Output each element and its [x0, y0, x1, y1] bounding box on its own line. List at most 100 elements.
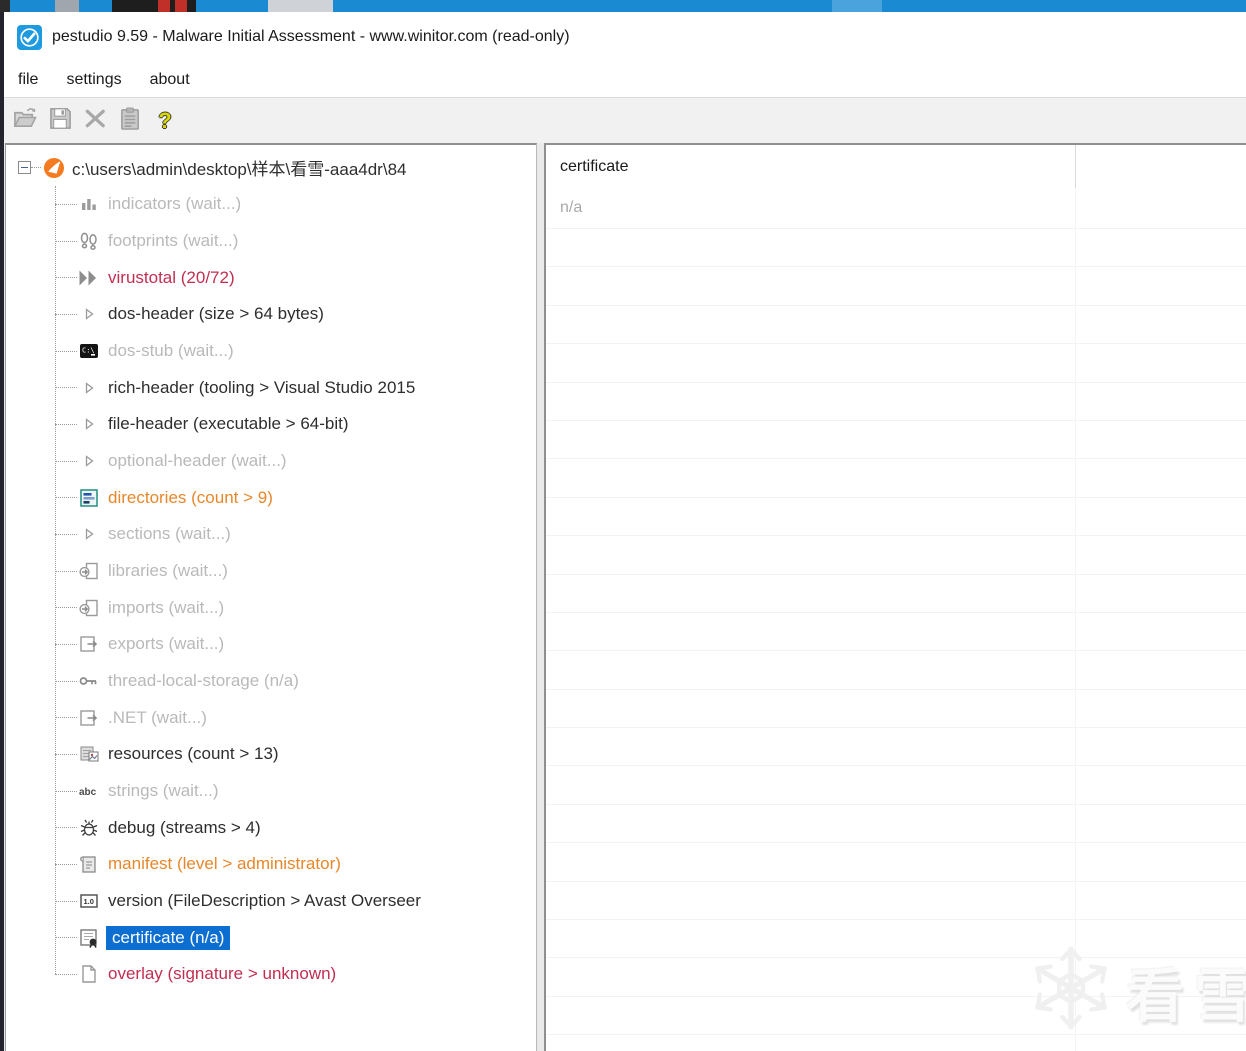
footprints-icon	[78, 230, 100, 252]
export-icon	[78, 633, 100, 655]
navigation-tree-panel[interactable]: c:\users\admin\desktop\样本\看雪-aaa4dr\84 i…	[5, 143, 537, 1051]
tree-item-indicators[interactable]: indicators (wait...)	[6, 186, 536, 223]
tree-guide-line	[55, 387, 77, 389]
tree-root-file[interactable]: c:\users\admin\desktop\样本\看雪-aaa4dr\84	[6, 149, 536, 186]
table-row	[546, 690, 1246, 729]
tree-guide-line	[55, 350, 77, 352]
tree-item-label: manifest (level > administrator)	[108, 854, 341, 874]
tree-item-label: virustotal (20/72)	[108, 267, 235, 287]
tree-item-strings[interactable]: abc strings (wait...)	[6, 773, 536, 810]
tree-item-thread-local-storage[interactable]: thread-local-storage (n/a)	[6, 663, 536, 700]
column-header-certificate[interactable]: certificate	[560, 158, 628, 176]
tree-guide-line	[55, 607, 77, 609]
tree-guide-line	[55, 570, 77, 572]
tree-item-label: directories (count > 9)	[108, 487, 273, 507]
svg-text:abc: abc	[79, 787, 97, 798]
tree-item-rich-header[interactable]: rich-header (tooling > Visual Studio 201…	[6, 369, 536, 406]
tree-guide-line	[55, 863, 77, 865]
tree-guide-line	[55, 680, 77, 682]
tree-item-file-header[interactable]: file-header (executable > 64-bit)	[6, 406, 536, 443]
open-file-button[interactable]	[10, 106, 40, 136]
table-row	[546, 459, 1246, 498]
tree-item-debug[interactable]: debug (streams > 4)	[6, 809, 536, 846]
expand-arrow-icon	[78, 377, 100, 399]
close-file-button[interactable]	[80, 106, 110, 136]
tree-root-path: c:\users\admin\desktop\样本\看雪-aaa4dr\84	[72, 160, 407, 179]
tree-item-dos-header[interactable]: dos-header (size > 64 bytes)	[6, 296, 536, 333]
tree-item-label: strings (wait...)	[108, 781, 219, 801]
tree-guide-line	[55, 790, 77, 792]
tree-item-label: libraries (wait...)	[108, 561, 228, 581]
virustotal-icon	[78, 267, 100, 289]
tree-item-dos-stub[interactable]: C:\ dos-stub (wait...)	[6, 333, 536, 370]
table-row	[546, 536, 1246, 575]
tree-item-footprints[interactable]: footprints (wait...)	[6, 223, 536, 260]
menu-settings[interactable]: settings	[66, 71, 121, 89]
tree: c:\users\admin\desktop\样本\看雪-aaa4dr\84 i…	[6, 145, 536, 993]
tree-item-.net[interactable]: .NET (wait...)	[6, 699, 536, 736]
tree-guide-line	[55, 643, 77, 645]
tree-item-virustotal[interactable]: virustotal (20/72)	[6, 259, 536, 296]
collapse-toggle-icon[interactable]	[18, 161, 31, 174]
tree-guide-line	[55, 203, 77, 205]
tree-item-label: rich-header (tooling > Visual Studio 201…	[108, 377, 416, 397]
table-row	[546, 766, 1246, 805]
tree-item-label: file-header (executable > 64-bit)	[108, 414, 349, 434]
table-row	[546, 843, 1246, 882]
table-row	[546, 421, 1246, 460]
background-window-strip	[0, 0, 1246, 12]
certificate-icon	[78, 927, 100, 949]
help-button[interactable]: ?	[150, 106, 180, 136]
tree-guide-line	[55, 533, 77, 535]
tree-item-imports[interactable]: imports (wait...)	[6, 589, 536, 626]
tree-item-label: .NET (wait...)	[108, 707, 207, 727]
table-row	[546, 651, 1246, 690]
window-title: pestudio 9.59 - Malware Initial Assessme…	[52, 28, 570, 45]
tree-item-label: optional-header (wait...)	[108, 451, 287, 471]
tree-item-label: indicators (wait...)	[108, 194, 242, 214]
tree-item-resources[interactable]: resources (count > 13)	[6, 736, 536, 773]
column-divider[interactable]	[1075, 145, 1076, 188]
tree-item-sections[interactable]: sections (wait...)	[6, 516, 536, 553]
tree-item-label: dos-stub (wait...)	[108, 341, 234, 361]
tree-item-directories[interactable]: directories (count > 9)	[6, 479, 536, 516]
tree-guide-line	[55, 717, 77, 719]
tree-guide-line	[55, 497, 77, 499]
column-header-row: certificate	[546, 145, 1246, 188]
tree-item-label: sections (wait...)	[108, 524, 231, 544]
detail-rows: n/a	[546, 188, 1246, 1051]
tree-item-optional-header[interactable]: optional-header (wait...)	[6, 443, 536, 480]
import-icon	[78, 560, 100, 582]
table-row	[546, 613, 1246, 652]
strip-segment	[832, 0, 882, 12]
tree-item-manifest[interactable]: manifest (level > administrator)	[6, 846, 536, 883]
save-button[interactable]	[45, 106, 75, 136]
title-bar: pestudio 9.59 - Malware Initial Assessme…	[4, 12, 1246, 62]
version-icon: 1.0	[78, 890, 100, 912]
tree-guide-line	[55, 277, 77, 279]
tree-item-version[interactable]: 1.0 version (FileDescription > Avast Over…	[6, 883, 536, 920]
tree-item-certificate[interactable]: certificate (n/a)	[6, 919, 536, 956]
expand-arrow-icon	[78, 413, 100, 435]
tree-item-overlay[interactable]: overlay (signature > unknown)	[6, 956, 536, 993]
tree-item-label: version (FileDescription > Avast Oversee…	[108, 891, 421, 911]
export-icon	[78, 707, 100, 729]
x-delete-icon	[83, 106, 108, 136]
copy-report-button[interactable]	[115, 106, 145, 136]
detail-panel[interactable]: certificate n/a 看雪	[544, 143, 1246, 1051]
menu-file[interactable]: file	[18, 71, 38, 89]
bug-icon	[78, 817, 100, 839]
overlay-icon	[78, 963, 100, 985]
tree-item-exports[interactable]: exports (wait...)	[6, 626, 536, 663]
certificate-value: n/a	[560, 199, 583, 216]
manifest-icon	[78, 853, 100, 875]
certificate-value-row[interactable]: n/a	[546, 188, 1246, 229]
table-row	[546, 383, 1246, 421]
tree-guide-line	[55, 186, 56, 974]
strip-segment	[268, 0, 333, 12]
expand-arrow-icon	[78, 450, 100, 472]
svg-text:C:\: C:\	[82, 347, 95, 355]
tree-guide-line	[55, 827, 77, 829]
menu-about[interactable]: about	[150, 71, 190, 89]
tree-item-libraries[interactable]: libraries (wait...)	[6, 553, 536, 590]
